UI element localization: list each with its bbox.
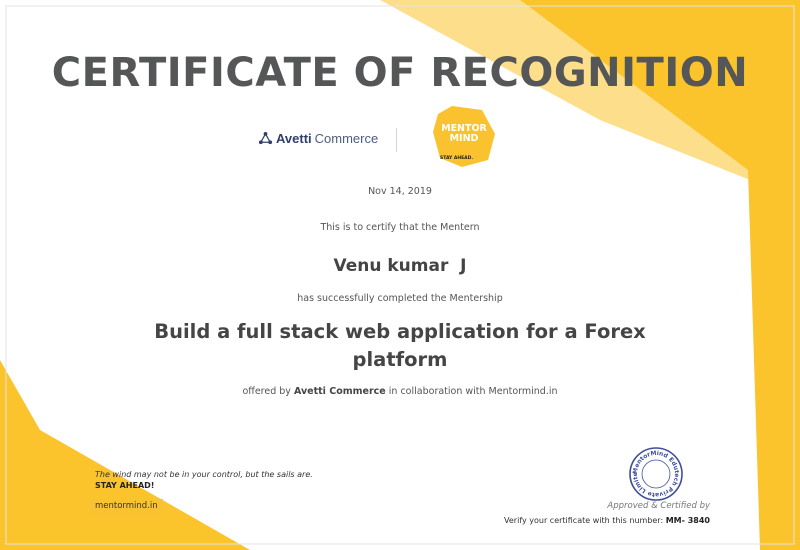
certificate-date: Nov 14, 2019 — [368, 186, 432, 197]
certificate-title: CERTIFICATE OF RECOGNITION — [51, 50, 749, 96]
network-nodes-icon — [258, 131, 273, 145]
motto-quote: The wind may not be in your control, but… — [95, 470, 313, 479]
offered-company: Avetti Commerce — [293, 386, 386, 397]
avetti-logo-subname: Commerce — [314, 131, 379, 146]
offered-by-line: offered by Avetti Commerce in collaborat… — [0, 386, 800, 397]
mentormind-tagline: STAY AHEAD. — [440, 156, 474, 161]
avetti-logo: Avetti Commerce — [258, 131, 378, 146]
site-label: mentormind.in — [90, 499, 163, 513]
mentormind-logo-text: MENTOR MIND — [435, 124, 493, 144]
verify-line: Verify your certificate with this number… — [470, 516, 710, 525]
mentormind-logo-line2: MIND — [449, 133, 479, 144]
recipient-name: Venu kumar J — [333, 256, 467, 276]
avetti-logo-name: Avetti — [276, 131, 312, 146]
logo-divider — [396, 128, 397, 152]
approved-label: Approved & Certified by — [607, 501, 710, 511]
verify-number: MM- 3840 — [665, 516, 710, 525]
certificate: CERTIFICATE OF RECOGNITION Avetti Commer… — [0, 0, 800, 550]
certify-statement: This is to certify that the Mentern — [320, 222, 480, 233]
motto-strong: STAY AHEAD! — [95, 481, 155, 490]
completion-statement: has successfully completed the Mentershi… — [297, 293, 503, 304]
verify-prefix: Verify your certificate with this number… — [504, 516, 664, 525]
offered-suffix: in collaboration with Mentormind.in — [388, 386, 558, 397]
offered-prefix: offered by — [242, 386, 291, 397]
company-seal-icon: MentorMind Edutech Private Limited — [628, 446, 683, 501]
project-title: Build a full stack web application for a… — [154, 320, 646, 371]
